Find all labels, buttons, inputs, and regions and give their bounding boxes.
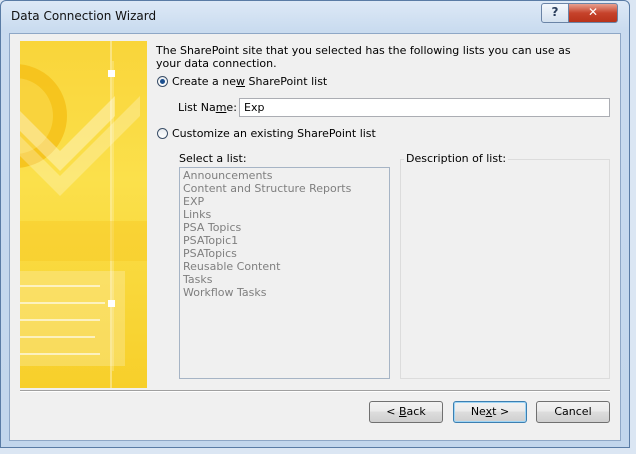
back-button[interactable]: < Back — [369, 401, 443, 423]
customize-existing-list-label[interactable]: Customize an existing SharePoint list — [172, 127, 376, 140]
next-button[interactable]: Next > — [453, 401, 527, 423]
list-item[interactable]: Announcements — [183, 169, 386, 182]
create-new-list-radio[interactable] — [157, 76, 168, 87]
list-item[interactable]: PSATopics — [183, 247, 386, 260]
close-button[interactable]: ✕ — [568, 3, 618, 23]
list-item[interactable]: Content and Structure Reports — [183, 182, 386, 195]
close-icon: ✕ — [587, 5, 599, 19]
create-new-list-label[interactable]: Create a new SharePoint list — [172, 75, 327, 88]
intro-text: The SharePoint site that you selected ha… — [156, 44, 571, 70]
wizard-client-area: The SharePoint site that you selected ha… — [9, 33, 621, 441]
window-title: Data Connection Wizard — [11, 9, 157, 23]
customize-existing-list-radio[interactable] — [157, 128, 168, 139]
list-item[interactable]: PSA Topics — [183, 221, 386, 234]
help-icon: ? — [551, 5, 559, 19]
cancel-button[interactable]: Cancel — [536, 401, 610, 423]
list-item[interactable]: Workflow Tasks — [183, 286, 386, 299]
select-list-label: Select a list: — [179, 152, 247, 165]
button-separator — [20, 390, 610, 392]
help-button[interactable]: ? — [541, 3, 569, 23]
list-name-label: List Name: — [178, 101, 237, 114]
list-item[interactable]: Reusable Content — [183, 260, 386, 273]
list-name-input[interactable] — [239, 98, 610, 117]
list-item[interactable]: EXP — [183, 195, 386, 208]
list-description-box — [400, 159, 610, 379]
sharepoint-list-box[interactable]: Announcements Content and Structure Repor… — [179, 167, 390, 379]
list-item[interactable]: PSATopic1 — [183, 234, 386, 247]
list-item[interactable]: Links — [183, 208, 386, 221]
description-label: Description of list: — [404, 152, 509, 165]
list-item[interactable]: Tasks — [183, 273, 386, 286]
wizard-banner-image — [20, 41, 147, 388]
wizard-banner-graphic — [20, 41, 147, 388]
wizard-window: Data Connection Wizard ? ✕ The SharePoin… — [0, 0, 630, 448]
title-bar[interactable]: Data Connection Wizard ? ✕ — [1, 1, 629, 33]
